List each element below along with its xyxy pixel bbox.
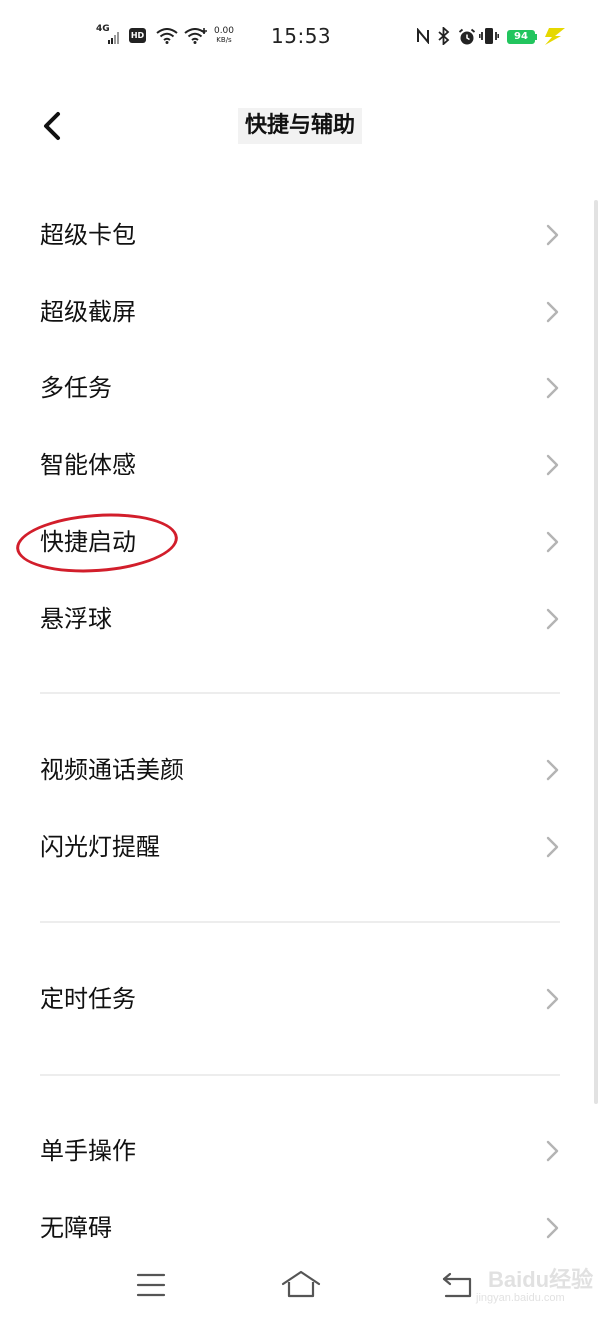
list-item-label: 视频通话美颜 xyxy=(40,756,184,784)
list-item-label: 多任务 xyxy=(40,374,112,402)
speed-value: 0.00 xyxy=(213,26,235,36)
chevron-right-icon xyxy=(546,759,559,781)
list-item-label: 悬浮球 xyxy=(40,605,112,633)
wifi-plus-icon xyxy=(184,28,207,44)
charging-icon xyxy=(545,28,565,45)
clock: 15:53 xyxy=(271,24,332,48)
list-item-video-call-beauty[interactable]: 视频通话美颜 xyxy=(0,733,600,807)
divider xyxy=(40,921,560,923)
list-item-label: 超级截屏 xyxy=(40,298,136,326)
list-item-label: 快捷启动 xyxy=(40,528,136,556)
battery-icon: 94 xyxy=(507,30,535,44)
list-item-super-card-wallet[interactable]: 超级卡包 xyxy=(0,198,600,272)
list-item-super-screenshot[interactable]: 超级截屏 xyxy=(0,275,600,349)
list-item-floating-ball[interactable]: 悬浮球 xyxy=(0,582,600,656)
chevron-right-icon xyxy=(546,836,559,858)
divider xyxy=(40,1074,560,1076)
navigation-bar xyxy=(0,1252,600,1320)
chevron-right-icon xyxy=(546,608,559,630)
chevron-right-icon xyxy=(546,224,559,246)
chevron-right-icon xyxy=(546,454,559,476)
menu-icon[interactable] xyxy=(136,1272,166,1298)
hd-icon: HD xyxy=(129,28,146,43)
chevron-right-icon xyxy=(546,988,559,1010)
speed-unit: KB/s xyxy=(216,36,232,44)
back-chevron-icon xyxy=(44,112,60,140)
list-item-label: 闪光灯提醒 xyxy=(40,833,160,861)
home-icon[interactable] xyxy=(280,1268,322,1300)
list-item-multitask[interactable]: 多任务 xyxy=(0,351,600,425)
wifi-icon xyxy=(156,28,178,44)
list-item-smart-motion[interactable]: 智能体感 xyxy=(0,428,600,502)
list-item-label: 超级卡包 xyxy=(40,221,136,249)
vibrate-icon xyxy=(479,28,499,44)
header: 快捷与辅助 xyxy=(0,88,600,164)
chevron-right-icon xyxy=(546,377,559,399)
alarm-icon xyxy=(458,28,476,45)
list-item-label: 单手操作 xyxy=(40,1137,136,1165)
page-title: 快捷与辅助 xyxy=(238,108,362,144)
divider xyxy=(40,692,560,694)
screen: 4G HD 0.00 KB/s 15:53 94 快捷与辅助 超级卡包 超级截屏… xyxy=(0,0,600,1320)
battery-tip xyxy=(535,34,537,40)
list-item-flash-reminder[interactable]: 闪光灯提醒 xyxy=(0,810,600,884)
bluetooth-icon xyxy=(438,27,450,45)
chevron-right-icon xyxy=(546,301,559,323)
nfc-icon xyxy=(417,28,429,44)
back-icon[interactable] xyxy=(440,1270,474,1300)
chevron-right-icon xyxy=(546,1140,559,1162)
list-item-scheduled-tasks[interactable]: 定时任务 xyxy=(0,962,600,1036)
scrollbar[interactable] xyxy=(594,200,598,1104)
list-item-quick-launch[interactable]: 快捷启动 xyxy=(0,505,600,579)
back-button[interactable] xyxy=(34,106,74,146)
network-speed: 0.00 KB/s xyxy=(212,27,236,45)
list-item-one-hand-mode[interactable]: 单手操作 xyxy=(0,1114,600,1188)
status-bar: 4G HD 0.00 KB/s 15:53 94 xyxy=(0,0,600,72)
list-item-label: 定时任务 xyxy=(40,985,136,1013)
chevron-right-icon xyxy=(546,531,559,553)
list-item-label: 智能体感 xyxy=(40,451,136,479)
chevron-right-icon xyxy=(546,1217,559,1239)
